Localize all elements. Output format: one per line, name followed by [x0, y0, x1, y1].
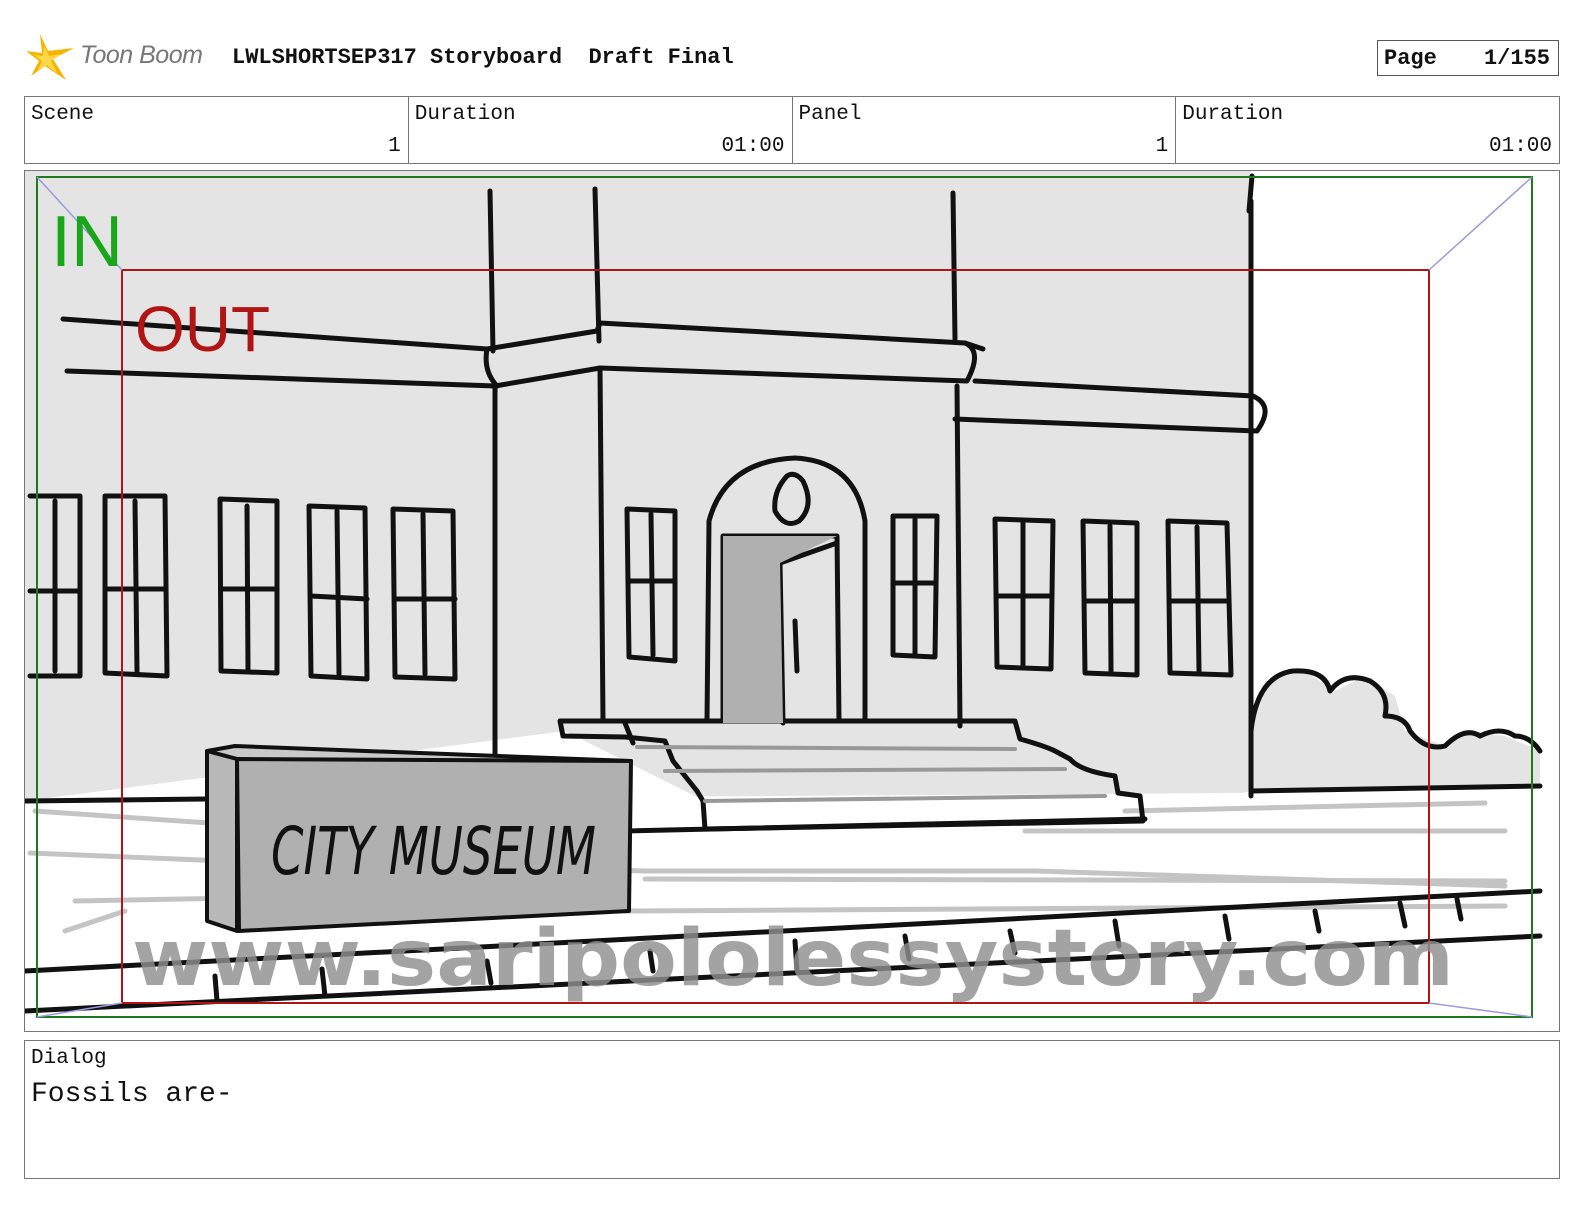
- brand-name: Toon Boom: [80, 41, 203, 69]
- scene-duration-cell: Duration 01:00: [409, 97, 793, 163]
- draft-status: Draft Final: [588, 45, 734, 70]
- scene-label: Scene: [31, 103, 95, 126]
- panel-duration-value: 01:00: [1488, 135, 1552, 158]
- storyboard-panel: CITY MUSEUM IN OUT www.saripololessystor…: [24, 170, 1560, 1032]
- scene-duration-value: 01:00: [721, 135, 785, 158]
- page-indicator: Page 1/155: [1377, 40, 1559, 76]
- panel-value: 1: [1155, 135, 1169, 158]
- panel-cell: Panel 1: [793, 97, 1177, 163]
- dialog-box: Dialog Fossils are-: [24, 1040, 1560, 1179]
- out-label: OUT: [135, 293, 270, 365]
- document-title: LWLSHORTSEP317 Storyboard Draft Final: [232, 45, 734, 70]
- dialog-text: Fossils are-: [31, 1079, 233, 1110]
- star-burst-icon: [26, 34, 74, 80]
- dialog-label: Dialog: [31, 1047, 107, 1070]
- panel-label: Panel: [798, 103, 862, 126]
- scene-duration-label: Duration: [414, 103, 516, 126]
- scene-value: 1: [388, 135, 401, 158]
- panel-duration-label: Duration: [1182, 103, 1284, 126]
- toon-boom-logo: Toon Boom: [26, 34, 216, 84]
- scene-cell: Scene 1: [25, 97, 409, 163]
- panel-duration-cell: Duration 01:00: [1176, 97, 1559, 163]
- storyboard-title: LWLSHORTSEP317 Storyboard: [232, 45, 563, 70]
- page-number: 1/155: [1483, 46, 1550, 71]
- in-label: IN: [51, 202, 123, 282]
- panel-info-row: Scene 1 Duration 01:00 Panel 1 Duration …: [24, 96, 1560, 164]
- watermark-text: www.saripololessystory.com: [132, 914, 1454, 1004]
- panel-drawing: CITY MUSEUM IN OUT www.saripololessystor…: [25, 171, 1543, 1018]
- sign-text: CITY MUSEUM: [271, 813, 596, 890]
- page-label: Page: [1384, 46, 1437, 71]
